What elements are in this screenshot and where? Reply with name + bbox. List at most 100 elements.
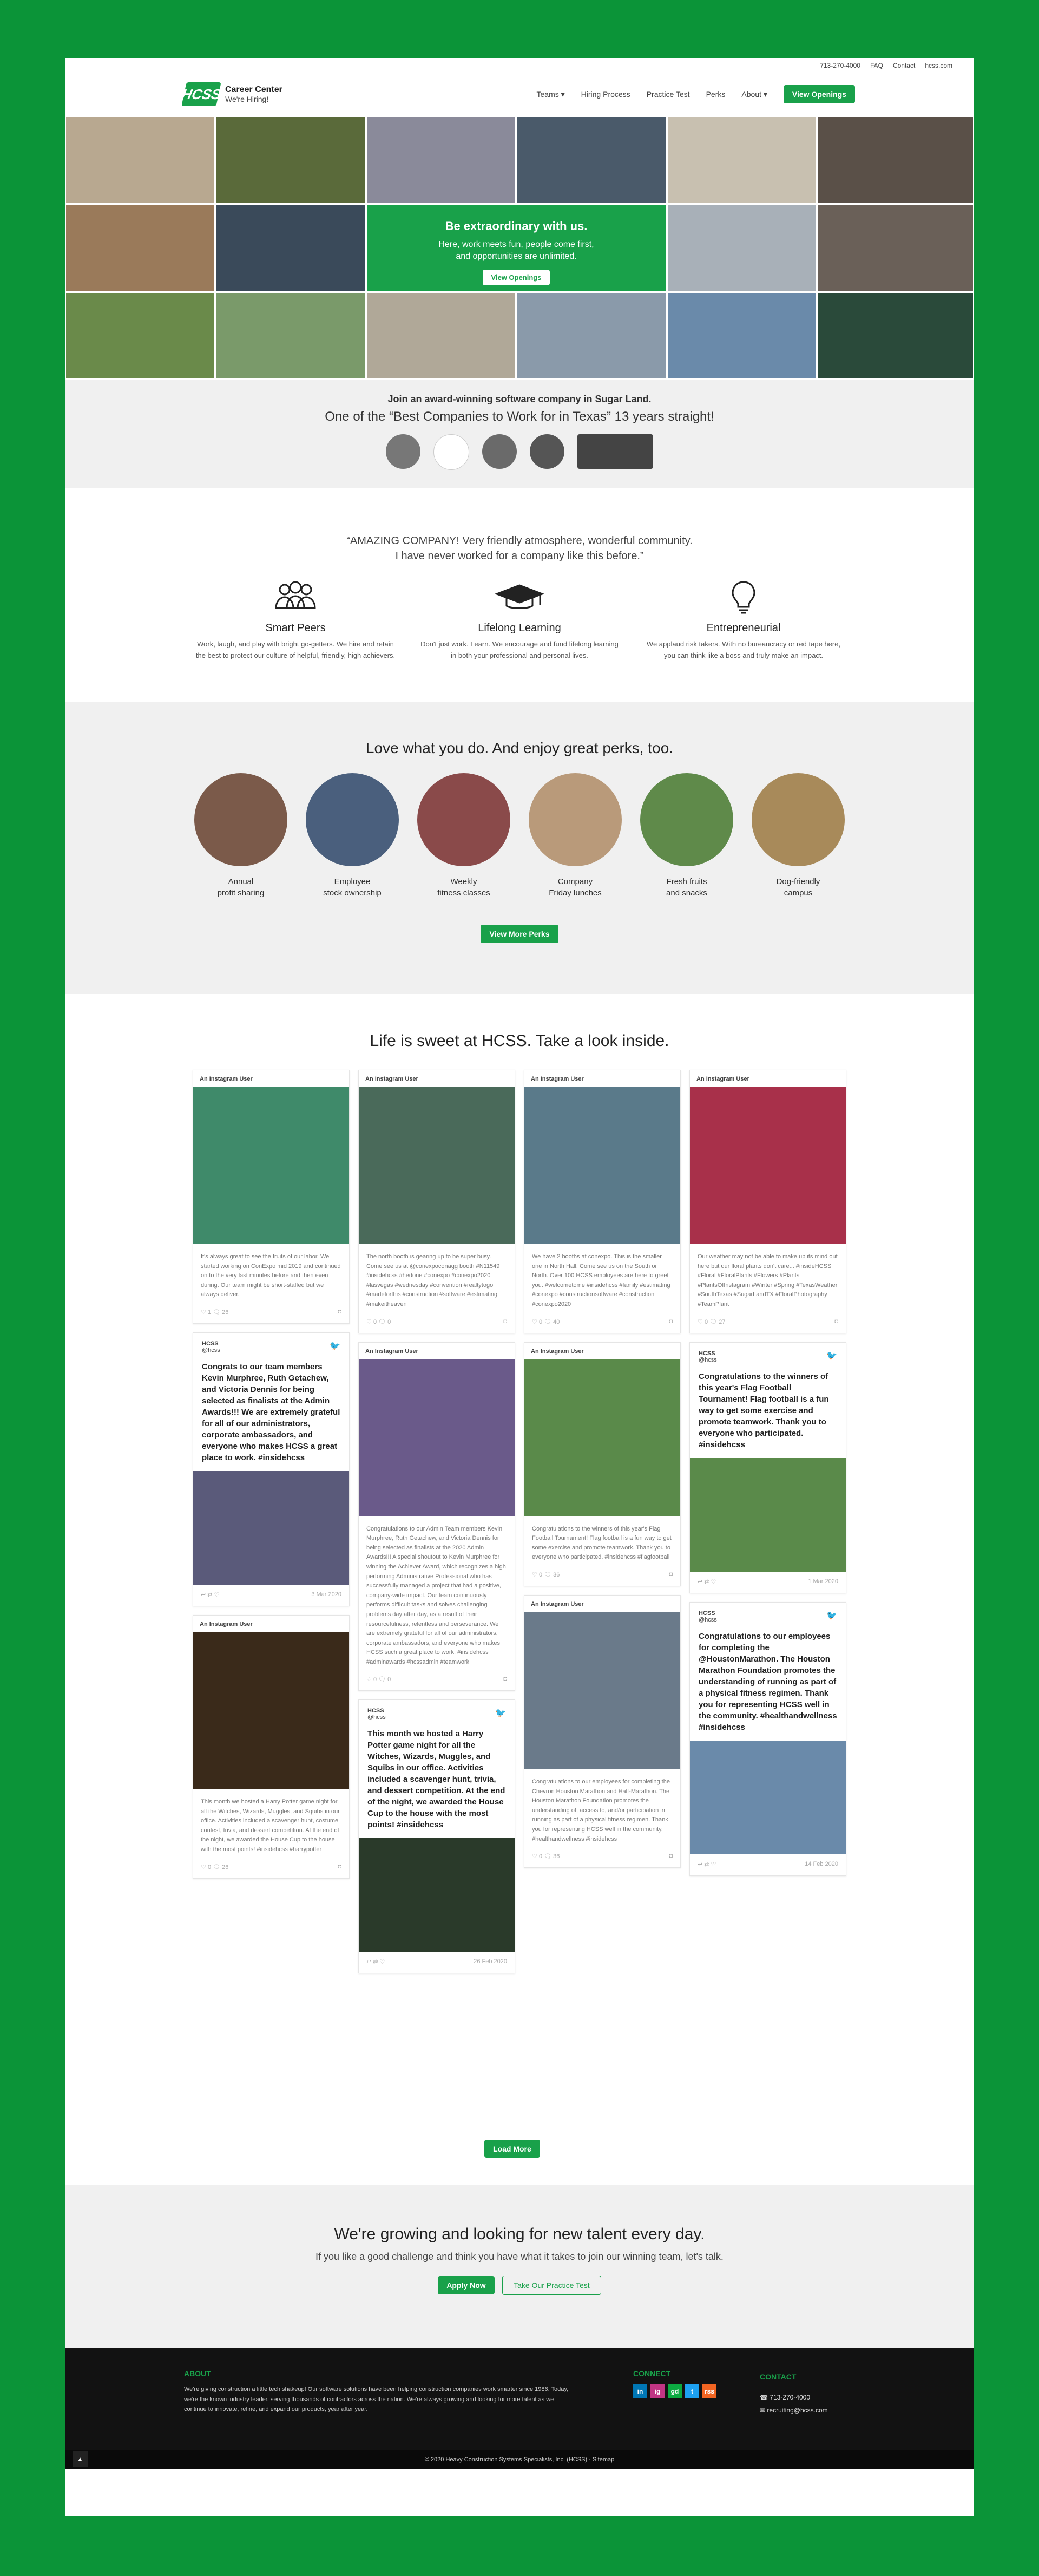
social-ig-icon[interactable]: ig [650, 2384, 665, 2398]
post-image [690, 1457, 846, 1572]
practice-test-button[interactable]: Take Our Practice Test [502, 2276, 601, 2295]
instagram-source: An Instagram User [696, 1076, 749, 1082]
value-smart-peers: Smart Peers Work, laugh, and play with b… [195, 580, 396, 662]
mail-icon: ✉ [760, 2407, 766, 2414]
back-to-top-icon[interactable]: ▲ [73, 2451, 88, 2467]
heart-icon: ♡ [366, 1676, 372, 1683]
tweet-text: This month we hosted a Harry Potter game… [367, 1729, 505, 1830]
feed-column: An Instagram User Our weather may not be … [689, 1070, 846, 1885]
instagram-icon[interactable]: ◘ [338, 1864, 341, 1871]
instagram-card[interactable]: An Instagram User Congratulations to the … [524, 1342, 681, 1586]
photo-tile [65, 116, 215, 204]
instagram-card[interactable]: An Instagram User The north booth is gear… [358, 1070, 515, 1333]
photo-tile [667, 292, 817, 380]
utility-phone[interactable]: 713-270-4000 [820, 62, 860, 69]
post-text: Congratulations to the winners of this y… [532, 1525, 672, 1561]
apply-now-button[interactable]: Apply Now [438, 2276, 495, 2294]
instagram-icon[interactable]: ◘ [669, 1853, 673, 1860]
twitter-card[interactable]: HCSS @hcss 🐦 Congratulations to the winners… [689, 1342, 846, 1593]
instagram-icon[interactable]: ◘ [669, 1571, 673, 1578]
perk-photo [306, 773, 399, 866]
twitter-card[interactable]: HCSS @hcss 🐦 This month we hosted a Harry P… [358, 1699, 515, 1974]
instagram-card[interactable]: An Instagram User Our weather may not be … [689, 1070, 846, 1333]
copyright-bar: © 2020 Heavy Construction Systems Specia… [65, 2450, 974, 2469]
view-openings-button[interactable]: View Openings [783, 85, 855, 103]
social-gd-icon[interactable]: gd [668, 2384, 682, 2398]
instagram-icon[interactable]: ◘ [834, 1318, 838, 1325]
tweet-date: 26 Feb 2020 [474, 1958, 507, 1965]
utility-link-faq[interactable]: FAQ [870, 62, 883, 69]
instagram-card[interactable]: An Instagram User We have 2 booths at con… [524, 1070, 681, 1333]
nav-perks[interactable]: Perks [706, 90, 726, 99]
tweet-text: Congratulations to the winners of this y… [699, 1371, 829, 1449]
twitter-bird-icon[interactable]: 🐦 [826, 1350, 837, 1363]
post-stats: ♡ 0 🗨 36 [532, 1853, 560, 1860]
footer-phone[interactable]: ☎ 713-270-4000 [760, 2391, 828, 2404]
post-stats: ♡ 0 🗨 26 [201, 1864, 229, 1871]
comment-icon: 🗨 [544, 1571, 552, 1578]
tweet-actions[interactable]: ↩ ⇄ ♡ [698, 1861, 716, 1868]
post-stats: ♡ 0 🗨 36 [532, 1571, 560, 1578]
view-more-perks-button[interactable]: View More Perks [481, 925, 558, 943]
instagram-card[interactable]: An Instagram User Congratulations to our … [524, 1594, 681, 1868]
social-in-icon[interactable]: in [633, 2384, 647, 2398]
instagram-source: An Instagram User [200, 1076, 253, 1082]
site-footer: ABOUT We're giving construction a little… [65, 2348, 974, 2469]
page: 713-270-4000 FAQ Contact hcss.com HCSS C… [65, 58, 974, 2516]
instagram-source: An Instagram User [531, 1348, 584, 1355]
value-lifelong-learning: Lifelong Learning Don't just work. Learn… [419, 580, 620, 662]
comment-icon: 🗨 [213, 1864, 221, 1871]
instagram-icon[interactable]: ◘ [503, 1318, 507, 1325]
hero-view-openings-button[interactable]: View Openings [482, 269, 550, 285]
instagram-icon[interactable]: ◘ [669, 1318, 673, 1325]
post-text: This month we hosted a Harry Potter game… [201, 1798, 340, 1853]
tweet-date: 1 Mar 2020 [808, 1578, 838, 1585]
twitter-card[interactable]: HCSS @hcss 🐦 Congratulations to our employe… [689, 1601, 846, 1876]
join-subtitle: If you like a good challenge and think y… [315, 2251, 724, 2262]
post-image [524, 1087, 680, 1244]
load-more-button[interactable]: Load More [484, 2140, 540, 2158]
footer-email[interactable]: ✉ recruiting@hcss.com [760, 2404, 828, 2417]
perk-photo [529, 773, 622, 866]
utility-link-contact[interactable]: Contact [893, 62, 915, 69]
instagram-icon[interactable]: ◘ [338, 1309, 341, 1316]
tweet-actions[interactable]: ↩ ⇄ ♡ [201, 1591, 219, 1598]
instagram-card[interactable]: An Instagram User It's always great to se… [193, 1070, 350, 1324]
post-stats: ♡ 0 🗨 0 [366, 1318, 391, 1325]
instagram-source: An Instagram User [365, 1348, 418, 1355]
values-section: “AMAZING COMPANY! Very friendly atmosphe… [65, 488, 974, 702]
twitter-bird-icon[interactable]: 🐦 [330, 1341, 340, 1354]
twitter-card[interactable]: HCSS @hcss 🐦 Congrats to our team members K… [193, 1332, 350, 1606]
utility-bar: 713-270-4000 FAQ Contact hcss.com [65, 58, 974, 73]
nav-teams[interactable]: Teams ▾ [537, 90, 565, 99]
footer-about-title: ABOUT [184, 2369, 211, 2378]
post-text: Our weather may not be able to make up i… [698, 1253, 838, 1307]
photo-tile [215, 116, 366, 204]
twitter-bird-icon[interactable]: 🐦 [826, 1610, 837, 1623]
social-t-icon[interactable]: t [685, 2384, 699, 2398]
perk-label: Dog-friendly campus [776, 877, 820, 898]
footer-contact-title: CONTACT [760, 2372, 797, 2381]
utility-link-hcss[interactable]: hcss.com [925, 62, 952, 69]
perk-label: Annual profit sharing [217, 877, 265, 898]
heart-icon: ♡ [532, 1318, 537, 1325]
tweet-text: Congrats to our team members Kevin Murph… [202, 1362, 340, 1462]
award-badge-icon [386, 434, 420, 469]
nav-hiring-process[interactable]: Hiring Process [581, 90, 630, 99]
people-icon [195, 580, 396, 618]
nav-about[interactable]: About ▾ [741, 90, 767, 99]
instagram-icon[interactable]: ◘ [503, 1676, 507, 1683]
post-stats: ♡ 1 🗨 26 [201, 1309, 229, 1316]
tweet-actions[interactable]: ↩ ⇄ ♡ [698, 1578, 716, 1585]
twitter-bird-icon[interactable]: 🐦 [495, 1708, 506, 1721]
social-rss-icon[interactable]: rss [702, 2384, 716, 2398]
instagram-card[interactable]: An Instagram User This month we hosted a … [193, 1614, 350, 1879]
logo-title: Career Center [225, 85, 282, 94]
tweet-actions[interactable]: ↩ ⇄ ♡ [366, 1958, 385, 1965]
logo[interactable]: HCSS Career Center We're Hiring! [180, 82, 282, 106]
instagram-card[interactable]: An Instagram User Congratulations to our … [358, 1342, 515, 1691]
nav-practice-test[interactable]: Practice Test [647, 90, 690, 99]
heart-icon: ♡ [532, 1571, 537, 1578]
hero-feature: Be extraordinary with us. Here, work mee… [366, 204, 667, 292]
testimonial-quote: “AMAZING COMPANY! Very friendly atmosphe… [346, 535, 693, 562]
